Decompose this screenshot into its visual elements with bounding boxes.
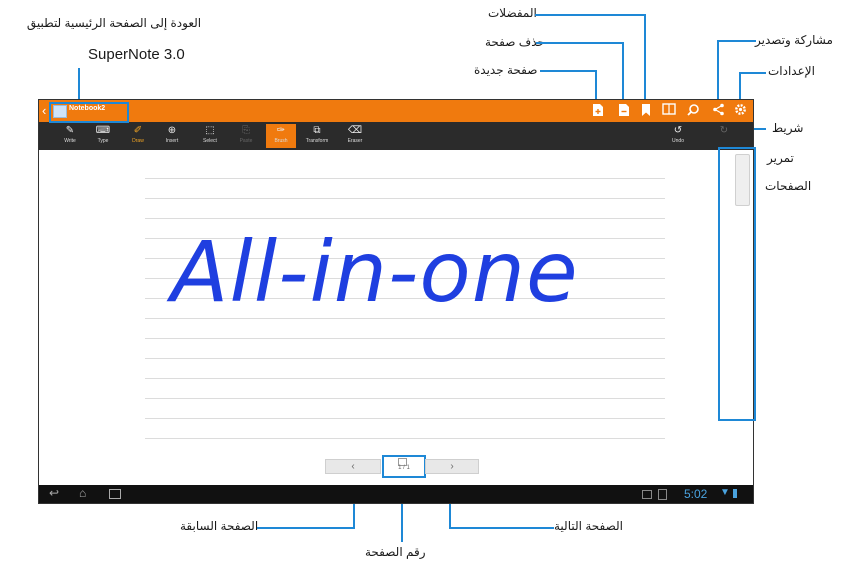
- undo-icon: ↺: [673, 125, 683, 136]
- callout-previous-page: الصفحة السابقة: [180, 519, 259, 533]
- leader-line: [717, 40, 719, 104]
- leader-line: [535, 14, 645, 16]
- page-view-icon[interactable]: [661, 103, 677, 119]
- leader-line: [740, 72, 766, 74]
- battery-icon: [733, 489, 737, 498]
- draw-icon: ✐: [133, 125, 143, 136]
- leader-line: [450, 527, 554, 529]
- delete-page-icon[interactable]: [616, 103, 632, 119]
- insert-icon: ⊕: [167, 125, 177, 136]
- system-back-icon[interactable]: ↩: [49, 486, 59, 500]
- callout-new-page: صفحة جديدة: [474, 63, 538, 77]
- ruled-line: [145, 378, 665, 379]
- tool-write-label: Write: [64, 138, 76, 144]
- callout-home-line2: SuperNote 3.0: [88, 46, 185, 63]
- system-home-icon[interactable]: ⌂: [79, 486, 86, 500]
- system-bar: ↩ ⌂ 5:02 ▼: [39, 485, 753, 503]
- tool-insert-label: Insert: [165, 138, 179, 144]
- tool-eraser-label: Eraser: [347, 138, 363, 144]
- ruled-line: [145, 418, 665, 419]
- ruled-line: [145, 198, 665, 199]
- leader-line: [644, 14, 646, 104]
- handwriting-text: All-in-one: [171, 223, 579, 321]
- bookmark-icon[interactable]: [638, 103, 654, 119]
- ruled-line: [145, 178, 665, 179]
- tool-draw[interactable]: ✐ Draw: [123, 124, 153, 148]
- action-bar: ‹ Notebook2: [39, 100, 753, 122]
- gear-icon[interactable]: [732, 103, 748, 119]
- callout-page-number: رقم الصفحة: [365, 545, 426, 559]
- ruled-line: [145, 438, 665, 439]
- tool-transform[interactable]: ⧉ Transform: [302, 124, 332, 148]
- redo-button[interactable]: ↻: [709, 124, 739, 148]
- ruled-line: [145, 218, 665, 219]
- callout-favorites: المفضلات: [488, 6, 537, 20]
- undo-label: Undo: [672, 138, 684, 144]
- brush-icon: ✑: [276, 125, 286, 136]
- ruled-line: [145, 398, 665, 399]
- tool-type-label: Type: [97, 138, 109, 144]
- notification-icon: [658, 489, 667, 500]
- tool-type[interactable]: ⌨ Type: [88, 124, 118, 148]
- leader-line: [718, 40, 756, 42]
- ruled-line: [145, 338, 665, 339]
- wifi-icon: ▼: [720, 487, 730, 498]
- keyboard-icon: ⌨: [95, 125, 111, 136]
- redo-icon: ↻: [719, 125, 729, 136]
- tool-brush-label: Brush: [274, 138, 288, 144]
- tool-select[interactable]: ⬚ Select: [195, 124, 225, 148]
- tool-paste-label: Paste: [239, 138, 253, 144]
- select-icon: ⬚: [205, 125, 215, 136]
- callout-scrollbar-line3: الصفحات: [765, 179, 812, 193]
- callout-scrollbar-line1: شريط: [772, 121, 804, 135]
- next-page-button[interactable]: ›: [425, 459, 479, 474]
- undo-button[interactable]: ↺ Undo: [663, 124, 693, 148]
- page-indicator: 1 / 1: [398, 465, 410, 471]
- callout-scrollbar-line2: تمرير: [767, 151, 794, 165]
- clock: 5:02: [684, 487, 708, 501]
- previous-page-button[interactable]: ‹: [325, 459, 381, 474]
- callout-settings: الإعدادات: [768, 64, 815, 78]
- screenshot-icon: [642, 490, 652, 499]
- tool-insert[interactable]: ⊕ Insert: [157, 124, 187, 148]
- leader-line: [257, 527, 355, 529]
- tool-bar: ✎ Write ⌨ Type ✐ Draw ⊕ Insert ⬚ Select ⎘ Past…: [39, 122, 753, 150]
- new-page-icon[interactable]: [590, 103, 606, 119]
- leader-line: [536, 42, 623, 44]
- tool-select-label: Select: [203, 138, 217, 144]
- scrollbar-highlight-frame: [718, 147, 756, 421]
- page-number-box[interactable]: 1 / 1: [382, 455, 426, 478]
- ruled-line: [145, 358, 665, 359]
- tool-write[interactable]: ✎ Write: [55, 124, 85, 148]
- tablet-screen: ‹ Notebook2 ✎ Write ⌨ Type ✐ Draw ⊕ Insert ⬚…: [38, 99, 754, 504]
- leader-line: [622, 42, 624, 104]
- search-icon[interactable]: [685, 103, 701, 119]
- tool-brush[interactable]: ✑ Brush: [266, 124, 296, 148]
- tool-transform-label: Transform: [305, 138, 329, 144]
- system-recents-icon[interactable]: [109, 489, 121, 499]
- share-icon[interactable]: [710, 103, 726, 119]
- callout-next-page: الصفحة التالية: [554, 519, 623, 533]
- tool-eraser[interactable]: ⌫ Eraser: [340, 124, 370, 148]
- callout-share-export: مشاركة وتصدير: [755, 33, 833, 47]
- paste-icon: ⎘: [242, 125, 250, 136]
- callout-home-line1: العودة إلى الصفحة الرئيسية لتطبيق: [26, 16, 202, 30]
- transform-icon: ⧉: [313, 125, 321, 136]
- write-icon: ✎: [65, 125, 75, 136]
- tool-paste[interactable]: ⎘ Paste: [231, 124, 261, 148]
- tool-draw-label: Draw: [132, 138, 144, 144]
- eraser-icon: ⌫: [347, 125, 363, 136]
- leader-line: [540, 70, 596, 72]
- home-highlight-frame: [49, 102, 129, 123]
